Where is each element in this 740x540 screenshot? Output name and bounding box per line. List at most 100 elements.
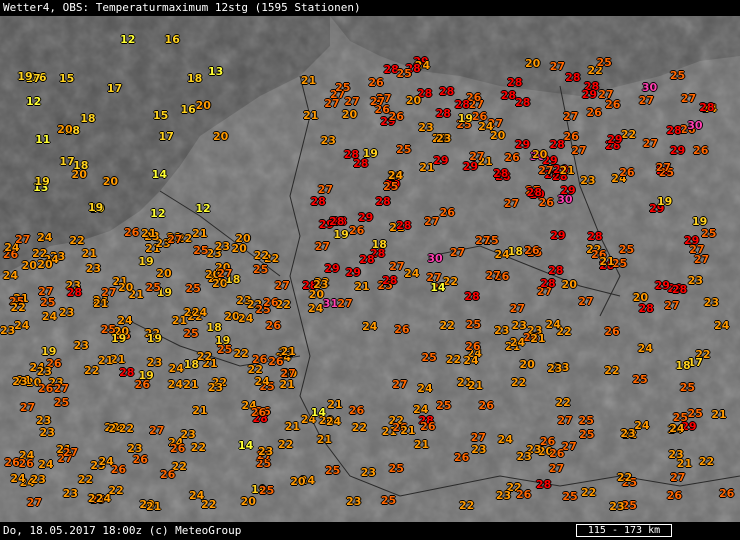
station-temperature: 22 (69, 233, 85, 247)
station-temperature: 12 (25, 95, 42, 109)
station-temperature: 20 (308, 287, 325, 301)
station-temperature: 22 (190, 441, 207, 455)
station-temperature: 21 (419, 161, 435, 175)
station-temperature: 26 (619, 165, 635, 179)
station-temperature: 26 (349, 223, 365, 237)
station-temperature: 30 (641, 80, 658, 94)
station-temperature: 23 (346, 495, 362, 509)
station-temperature: 24 (41, 310, 58, 324)
station-temperature: 24 (2, 269, 19, 283)
station-temperature: 27 (642, 136, 659, 150)
station-temperature: 26 (504, 150, 520, 164)
station-temperature: 23 (668, 447, 684, 461)
station-temperature: 26 (170, 441, 186, 455)
station-temperature: 19 (138, 369, 154, 383)
station-temperature: 26 (604, 324, 620, 338)
station-temperature: 26 (693, 144, 709, 158)
station-temperature: 17 (158, 129, 174, 143)
station-temperature: 23 (12, 374, 28, 388)
station-temperature: 16 (164, 32, 180, 46)
station-temperature: 20 (290, 475, 306, 489)
station-temperature: 25 (578, 413, 594, 427)
station-temperature: 28 (396, 218, 412, 232)
station-temperature: 23 (36, 364, 52, 378)
station-temperature: 18 (186, 71, 203, 85)
station-temperature: 18 (206, 320, 222, 334)
station-temperature: 21 (327, 398, 343, 412)
station-temperature: 22 (277, 437, 294, 451)
station-temperature: 23 (73, 338, 89, 352)
station-temperature: 26 (719, 486, 735, 500)
station-temperature: 14 (310, 406, 327, 420)
station-temperature: 24 (308, 301, 324, 315)
station-temperature: 23 (436, 131, 452, 145)
station-temperature: 23 (320, 134, 336, 148)
station-temperature: 21 (192, 404, 208, 418)
station-temperature: 30 (427, 252, 443, 266)
station-temperature: 27 (598, 87, 614, 101)
station-temperature: 27 (280, 367, 296, 381)
station-temperature: 28 (515, 96, 531, 110)
station-temperature: 24 (254, 374, 270, 388)
station-temperature: 21 (141, 227, 157, 241)
station-temperature: 27 (344, 94, 360, 108)
station-temperature: 19 (657, 194, 673, 208)
timestamp-copyright: Do, 18.05.2017 18:00z (c) MeteoGroup (3, 524, 242, 537)
station-temperature: 28 (439, 85, 455, 99)
station-temperature: 25 (388, 461, 404, 475)
station-temperature: 21 (192, 227, 208, 241)
station-temperature: 28 (375, 194, 391, 208)
station-temperature: 18 (675, 359, 691, 373)
station-temperature: 24 (37, 230, 53, 244)
station-temperature: 25 (252, 262, 269, 276)
station-temperature: 20 (405, 93, 422, 107)
station-temperature: 27 (392, 378, 408, 392)
station-temperature: 27 (26, 495, 43, 509)
station-temperature: 19 (333, 227, 349, 241)
station-temperature: 25 (183, 326, 199, 340)
station-temperature: 23 (35, 414, 52, 428)
station-temperature: 26 (549, 446, 565, 460)
station-temperature: 28 (454, 97, 470, 111)
station-temperature: 25 (325, 464, 341, 478)
station-temperature: 12 (150, 207, 166, 221)
station-temperature: 29 (560, 184, 576, 198)
station-temperature: 22 (10, 300, 26, 314)
station-temperature: 27 (549, 59, 566, 73)
station-temperature: 27 (578, 294, 594, 308)
station-temperature: 23 (39, 425, 55, 439)
station-temperature: 29 (324, 262, 340, 276)
station-temperature: 22 (253, 249, 270, 263)
station-temperature: 26 (538, 196, 554, 210)
station-temperature: 27 (563, 110, 579, 124)
station-temperature: 29 (357, 211, 374, 225)
station-temperature: 18 (80, 112, 96, 126)
station-temperature: 27 (53, 381, 70, 395)
temperature-map[interactable]: 14 12 12 15 16 11 15 13 16 17 13 12 16 17 18 12 17 18 19 20… (0, 16, 740, 522)
station-temperature: 21 (711, 407, 727, 421)
station-temperature: 24 (509, 335, 526, 349)
station-temperature: 25 (562, 489, 578, 503)
station-temperature: 21 (92, 296, 109, 310)
station-temperature: 21 (279, 378, 295, 392)
station-temperature: 15 (153, 108, 169, 122)
station-temperature: 26 (123, 226, 140, 240)
station-temperature: 27 (538, 163, 554, 177)
station-temperature: 29 (433, 153, 449, 167)
station-temperature: 21 (145, 500, 162, 514)
station-temperature: 27 (62, 446, 79, 460)
station-temperature: 26 (263, 295, 279, 309)
station-temperature: 26 (37, 382, 54, 396)
station-temperature: 24 (167, 377, 184, 391)
station-temperature: 22 (620, 128, 637, 142)
station-temperature: 28 (671, 283, 688, 297)
station-temperature: 25 (53, 396, 70, 410)
station-temperature: 14 (237, 438, 254, 452)
station-temperature: 25 (701, 226, 717, 240)
station-temperature: 27 (548, 461, 565, 475)
station-temperature: 22 (616, 470, 633, 484)
station-temperature: 26 (160, 468, 176, 482)
station-temperature: 28 (66, 286, 83, 300)
station-temperature: 21 (81, 246, 98, 260)
station-temperature: 26 (439, 205, 455, 219)
